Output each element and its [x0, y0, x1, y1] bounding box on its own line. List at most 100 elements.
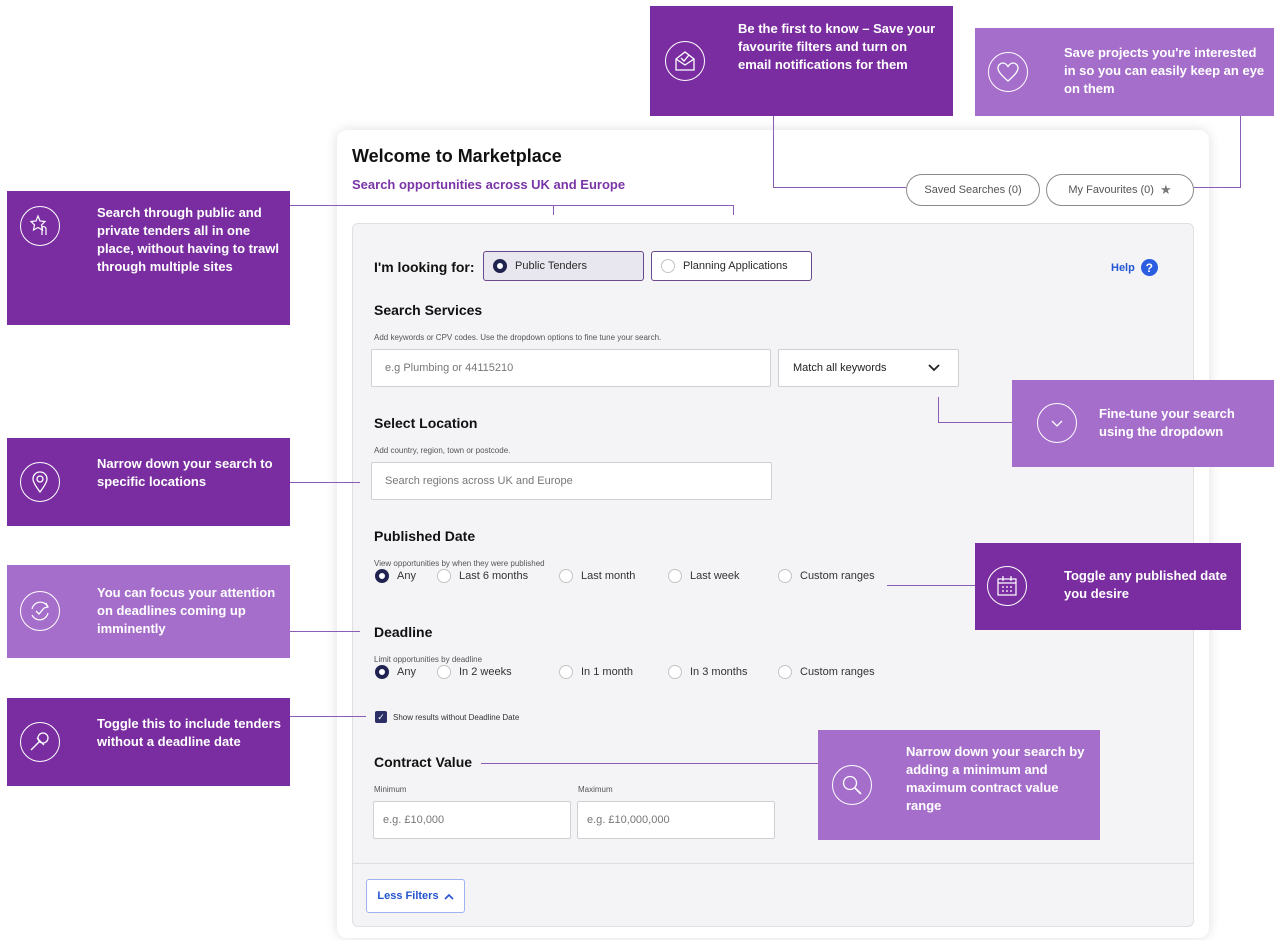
show-without-deadline-checkbox[interactable]: ✓ Show results without Deadline Date — [375, 711, 519, 723]
deadline-hint: Limit opportunities by deadline — [374, 655, 483, 664]
page-title: Welcome to Marketplace — [352, 146, 562, 166]
maximum-placeholder: e.g. £10,000,000 — [587, 814, 670, 826]
deadline-1-month-option[interactable]: In 1 month — [559, 665, 633, 679]
radio-selected — [375, 665, 389, 679]
maximum-label: Maximum — [578, 785, 613, 794]
select-location-hint: Add country, region, town or postcode. — [374, 446, 511, 455]
callout-dropdown-text: Fine-tune your search using the dropdown — [1099, 406, 1235, 439]
match-keywords-value: Match all keywords — [793, 362, 887, 374]
envelope-check-icon — [665, 41, 705, 81]
callout-favourites: Save projects you're interested in so yo… — [975, 28, 1274, 116]
radio-unselected — [437, 665, 451, 679]
tab-public-tenders[interactable]: Public Tenders — [483, 251, 644, 281]
deadline-title: Deadline — [374, 624, 433, 640]
less-filters-label: Less Filters — [377, 890, 439, 902]
minimum-input[interactable]: e.g. £10,000 — [373, 801, 571, 839]
map-pin-icon — [20, 462, 60, 502]
star-icon: ★ — [1159, 182, 1172, 197]
callout-location-text: Narrow down your search to specific loca… — [97, 456, 273, 489]
deadline-2-weeks-option[interactable]: In 2 weeks — [437, 665, 512, 679]
callout-favourites-text: Save projects you're interested in so yo… — [1064, 45, 1265, 96]
callout-email-text: Be the first to know – Save your favouri… — [738, 21, 936, 72]
chevron-down-icon — [928, 364, 940, 372]
radio-unselected — [668, 665, 682, 679]
radio-label: In 2 weeks — [459, 666, 512, 678]
location-placeholder: Search regions across UK and Europe — [385, 475, 573, 487]
radio-label: Last month — [581, 570, 636, 582]
my-favourites-label: My Favourites (0) — [1068, 184, 1154, 196]
radio-label: Any — [397, 666, 416, 678]
connector-line — [481, 763, 818, 764]
published-any-option[interactable]: Any — [375, 569, 416, 583]
radio-label: Last 6 months — [459, 570, 529, 582]
callout-search-text: Search through public and private tender… — [97, 205, 280, 274]
pin-icon — [20, 722, 60, 762]
callout-published-text: Toggle any published date you desire — [1064, 568, 1227, 601]
match-keywords-select[interactable]: Match all keywords — [778, 349, 959, 387]
page-subtitle: Search opportunities across UK and Europ… — [352, 177, 626, 192]
callout-no-deadline-text: Toggle this to include tenders without a… — [97, 716, 281, 749]
radio-unselected — [778, 665, 792, 679]
callout-deadline-text: You can focus your attention on deadline… — [97, 585, 276, 636]
radio-unselected — [661, 259, 675, 273]
help-link[interactable]: Help ? — [1111, 259, 1158, 276]
callout-no-deadline: Toggle this to include tenders without a… — [7, 698, 290, 786]
published-last-6-months-option[interactable]: Last 6 months — [437, 569, 528, 583]
connector-line — [290, 716, 366, 717]
radio-unselected — [559, 569, 573, 583]
connector-line — [773, 187, 906, 188]
connector-line — [938, 422, 1012, 423]
search-services-input[interactable]: e.g Plumbing or 44115210 — [371, 349, 771, 387]
heart-icon — [988, 52, 1028, 92]
saved-searches-button[interactable]: Saved Searches (0) — [906, 174, 1040, 206]
radio-unselected — [559, 665, 573, 679]
tab-planning-applications[interactable]: Planning Applications — [651, 251, 812, 281]
radio-selected — [375, 569, 389, 583]
maximum-input[interactable]: e.g. £10,000,000 — [577, 801, 775, 839]
select-location-title: Select Location — [374, 415, 478, 431]
published-custom-ranges-option[interactable]: Custom ranges — [778, 569, 875, 583]
looking-for-label: I'm looking for: — [374, 259, 475, 275]
less-filters-button[interactable]: Less Filters — [366, 879, 465, 913]
callout-deadline: You can focus your attention on deadline… — [7, 565, 290, 658]
connector-line — [290, 205, 734, 206]
show-without-deadline-label: Show results without Deadline Date — [393, 712, 520, 722]
help-label: Help — [1111, 261, 1135, 274]
deadline-3-months-option[interactable]: In 3 months — [668, 665, 747, 679]
radio-unselected — [668, 569, 682, 583]
my-favourites-button[interactable]: My Favourites (0) ★ — [1046, 174, 1194, 206]
callout-email-alerts: Be the first to know – Save your favouri… — [650, 6, 953, 116]
minimum-placeholder: e.g. £10,000 — [383, 814, 445, 826]
published-date-title: Published Date — [374, 528, 476, 544]
connector-line — [290, 482, 360, 483]
connector-line — [773, 116, 774, 188]
deadline-custom-ranges-option[interactable]: Custom ranges — [778, 665, 875, 679]
published-last-week-option[interactable]: Last week — [668, 569, 740, 583]
connector-line — [887, 585, 975, 586]
tab-planning-applications-label: Planning Applications — [683, 260, 788, 272]
callout-location: Narrow down your search to specific loca… — [7, 438, 290, 526]
search-services-hint: Add keywords or CPV codes. Use the dropd… — [374, 333, 662, 342]
radio-label: Any — [397, 570, 416, 582]
callout-contract: Narrow down your search by adding a mini… — [818, 730, 1100, 840]
chevron-circle-icon — [1037, 403, 1077, 443]
minimum-label: Minimum — [374, 785, 407, 794]
connector-line — [553, 205, 554, 215]
published-last-month-option[interactable]: Last month — [559, 569, 635, 583]
saved-searches-label: Saved Searches (0) — [924, 184, 1022, 196]
location-input[interactable]: Search regions across UK and Europe — [371, 462, 772, 500]
deadline-any-option[interactable]: Any — [375, 665, 416, 679]
radio-label: Last week — [690, 570, 740, 582]
question-icon: ? — [1140, 259, 1158, 276]
magnifier-icon — [832, 765, 872, 805]
connector-line — [733, 205, 734, 215]
connector-line — [1240, 116, 1241, 188]
radio-unselected — [778, 569, 792, 583]
radio-selected — [493, 259, 507, 273]
callout-contract-text: Narrow down your search by adding a mini… — [906, 744, 1085, 813]
radio-label: In 3 months — [690, 666, 748, 678]
refresh-check-icon — [20, 591, 60, 631]
callout-search: Search through public and private tender… — [7, 191, 290, 325]
radio-label: In 1 month — [581, 666, 633, 678]
published-date-hint: View opportunities by when they were pub… — [374, 559, 545, 568]
